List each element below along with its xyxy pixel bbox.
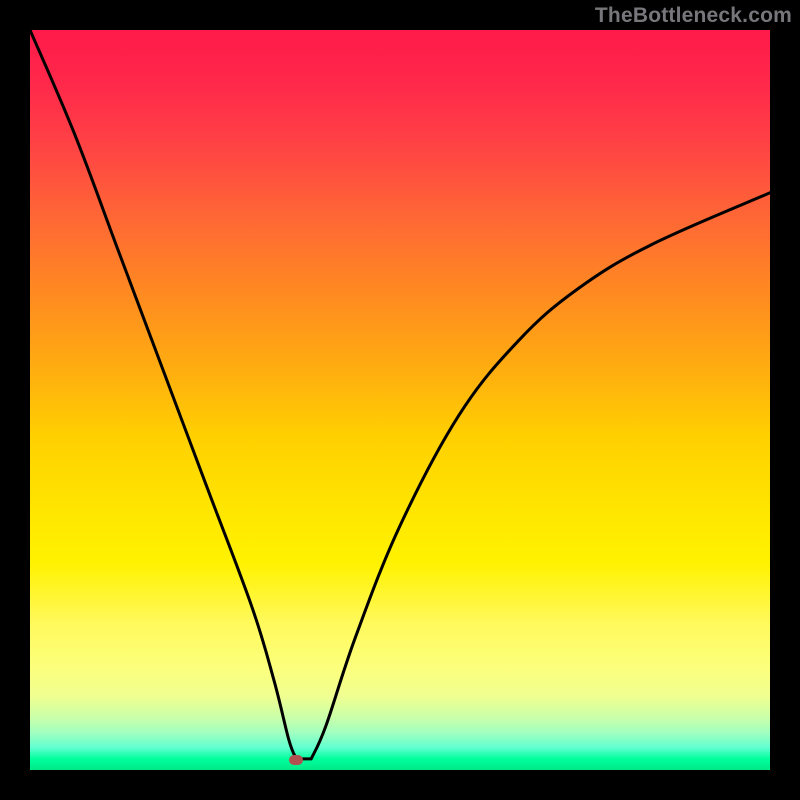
chart-container: TheBottleneck.com [0,0,800,800]
plot-area [30,30,770,770]
bottleneck-curve [30,30,770,759]
curve-svg [30,30,770,770]
watermark-label: TheBottleneck.com [595,4,792,28]
